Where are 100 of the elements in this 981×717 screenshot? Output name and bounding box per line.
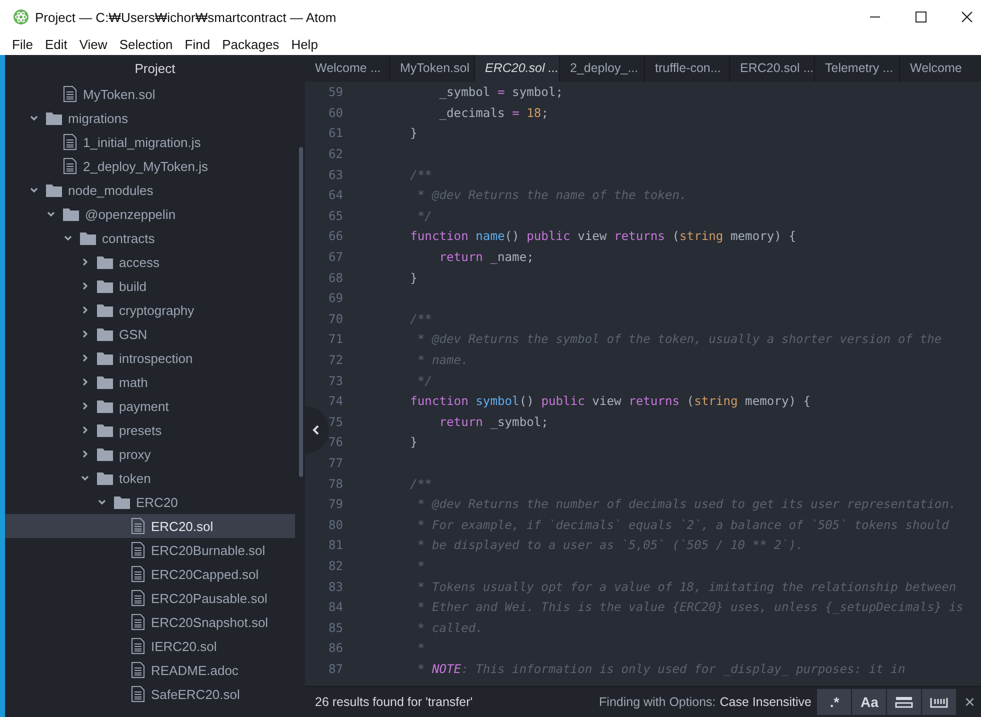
editor-tab[interactable]: Welcome [900, 55, 981, 82]
chevron-right-icon[interactable] [80, 329, 90, 339]
maximize-icon[interactable] [915, 11, 927, 23]
tree-item[interactable]: payment [5, 394, 295, 418]
code-line: * Tokens usually opt for a value of 18, imitating the relationship between [416, 580, 956, 594]
chevron-right-icon[interactable] [80, 377, 90, 387]
tree-item[interactable]: cryptography [5, 298, 295, 322]
folder-icon [97, 447, 113, 461]
line-number: 62 [327, 147, 343, 162]
tree-item[interactable]: ERC20 [5, 490, 295, 514]
collapse-sidebar-button[interactable] [305, 406, 329, 454]
folder-icon [97, 303, 113, 317]
folder-icon [80, 231, 96, 245]
file-icon [63, 86, 77, 102]
find-option-toggle[interactable]: .* [817, 689, 852, 715]
whole-word-toggle[interactable] [922, 689, 956, 715]
tree-item[interactable]: @openzeppelin [5, 202, 295, 226]
code-line: } [409, 270, 418, 285]
editor-tab[interactable]: 2_deploy_... [560, 55, 645, 82]
menu-item[interactable]: Find [178, 37, 216, 52]
editor-tab[interactable]: ERC20.sol ... [730, 55, 815, 82]
tree-item[interactable]: introspection [5, 346, 295, 370]
tree-item[interactable]: presets [5, 418, 295, 442]
tree-item[interactable]: README.adoc [5, 658, 295, 682]
tree-item[interactable]: ERC20.sol [5, 514, 295, 538]
chevron-right-icon[interactable] [80, 401, 90, 411]
code-line: * @dev Returns the name of the token. [416, 188, 687, 202]
code-line: * [416, 558, 425, 573]
chevron-down-icon[interactable] [46, 209, 56, 219]
tree-item[interactable]: math [5, 370, 295, 394]
editor-tab[interactable]: Welcome ... [305, 55, 390, 82]
line-number: 80 [327, 518, 343, 532]
chevron-down-icon[interactable] [80, 473, 90, 483]
chevron-right-icon[interactable] [80, 305, 90, 315]
tree-item[interactable]: contracts [5, 226, 295, 250]
line-number: 76 [327, 435, 343, 450]
menu-item[interactable]: Edit [38, 37, 74, 52]
code-line: * @dev Returns the number of decimals used to get its user representation. [416, 497, 956, 512]
window-title: Project — C:₩Users₩ichor₩smartcontract — Atom [35, 10, 336, 24]
chevron-right-icon[interactable] [80, 353, 90, 363]
line-number: 74 [327, 394, 343, 408]
folder-icon [97, 423, 113, 437]
line-number: 75 [327, 414, 343, 429]
tree-item[interactable]: token [5, 466, 295, 490]
find-option-toggle[interactable]: Aa [852, 689, 886, 715]
line-number: 63 [327, 168, 343, 182]
chevron-down-icon[interactable] [29, 185, 39, 195]
line-number: 79 [327, 497, 343, 512]
chevron-down-icon[interactable] [63, 233, 73, 243]
menu-item[interactable]: View [73, 37, 114, 52]
chevron-down-icon[interactable] [29, 113, 39, 123]
chevron-right-icon[interactable] [80, 425, 90, 435]
chevron-right-icon[interactable] [80, 257, 90, 267]
tree-item[interactable]: SafeERC20.sol [5, 682, 295, 706]
file-icon [63, 158, 77, 174]
tree-item[interactable]: MyToken.sol [5, 82, 295, 106]
editor-tab[interactable]: ERC20.sol ... [475, 55, 560, 82]
tree-item[interactable]: ERC20Snapshot.sol [5, 610, 295, 634]
line-number: 64 [327, 188, 343, 202]
file-icon [131, 518, 145, 534]
tree-item[interactable]: 2_deploy_MyToken.js [5, 154, 295, 178]
editor-tab[interactable]: truffle-con... [645, 55, 730, 82]
menu-item[interactable]: Selection [113, 37, 179, 52]
tree-item[interactable]: IERC20.sol [5, 634, 295, 658]
close-icon[interactable] [961, 11, 973, 23]
tree-item[interactable]: migrations [5, 106, 295, 130]
tree-item[interactable]: ERC20Burnable.sol [5, 538, 295, 562]
tree-item[interactable]: ERC20Pausable.sol [5, 586, 295, 610]
menu-item[interactable]: File [6, 37, 39, 52]
line-number: 60 [327, 106, 343, 120]
line-number: 66 [327, 229, 343, 244]
chevron-down-icon[interactable] [97, 497, 107, 507]
close-find-button[interactable]: × [956, 692, 981, 712]
tree-item[interactable]: proxy [5, 442, 295, 466]
whole-word-icon [930, 696, 948, 708]
folder-icon [97, 255, 113, 269]
folder-icon [97, 399, 113, 413]
tree-item[interactable]: 1_initial_migration.js [5, 130, 295, 154]
code-line: * Ether and Wei. This is the value {ERC20} uses, unless {_setupDecimals} is [416, 600, 964, 614]
results-count: 26 results found for 'transfer' [315, 695, 473, 709]
code-line: */ [416, 208, 432, 223]
file-icon [131, 566, 145, 582]
folder-icon [97, 351, 113, 365]
tree-item[interactable]: access [5, 250, 295, 274]
chevron-right-icon[interactable] [80, 281, 90, 291]
code-line: /** [409, 168, 432, 182]
editor-tab[interactable]: Telemetry ... [815, 55, 900, 82]
find-options-label: Finding with Options: [599, 695, 716, 709]
line-number: 59 [327, 85, 343, 100]
chevron-right-icon[interactable] [80, 449, 90, 459]
code-line: * [416, 641, 425, 656]
in-selection-toggle[interactable] [887, 689, 922, 715]
folder-icon [114, 495, 130, 509]
tree-item[interactable]: ERC20Capped.sol [5, 562, 295, 586]
tree-item[interactable]: build [5, 274, 295, 298]
file-icon [131, 638, 145, 654]
menu-item[interactable]: Packages [216, 37, 286, 52]
menu-item[interactable]: Help [285, 37, 324, 52]
tree-item[interactable]: node_modules [5, 178, 295, 202]
tree-item[interactable]: GSN [5, 322, 295, 346]
